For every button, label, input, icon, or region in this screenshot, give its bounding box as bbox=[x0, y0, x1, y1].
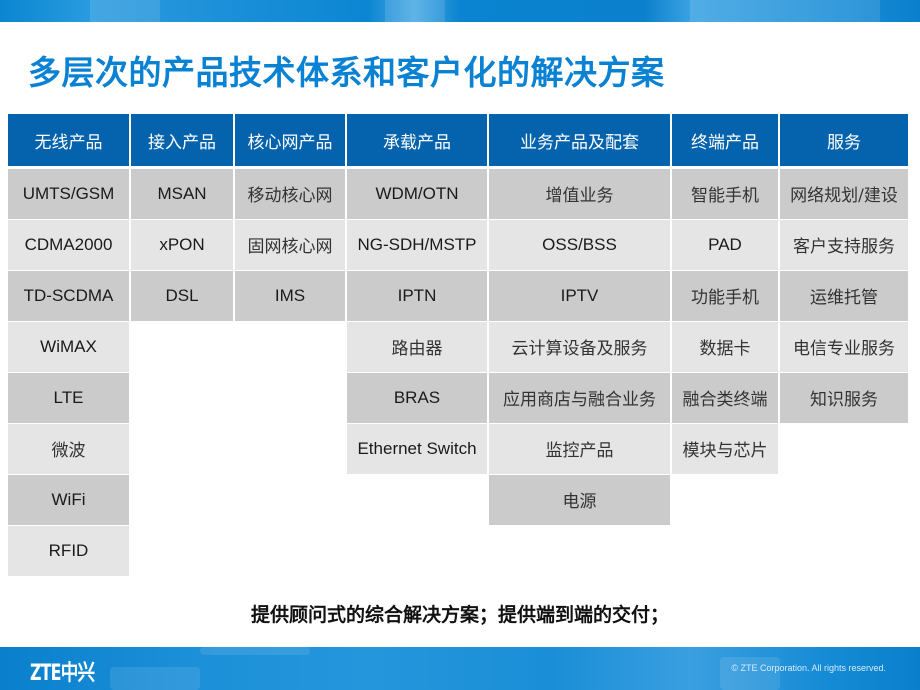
table-cell: BRAS bbox=[347, 373, 487, 423]
table-cell: 数据卡 bbox=[672, 322, 778, 372]
banner-highlight bbox=[385, 0, 445, 22]
table-cell: 路由器 bbox=[347, 322, 487, 372]
table-cell: RFID bbox=[8, 526, 129, 576]
table-cell: IPTV bbox=[489, 271, 670, 321]
table-cell: IPTN bbox=[347, 271, 487, 321]
slide-tagline: 提供顾问式的综合解决方案；提供端到端的交付； bbox=[250, 604, 669, 626]
table-cell: 融合类终端 bbox=[672, 373, 778, 423]
table-cell: 功能手机 bbox=[672, 271, 778, 321]
table-cell: Ethernet Switch bbox=[347, 424, 487, 474]
table-cell: 应用商店与融合业务 bbox=[489, 373, 670, 423]
table-cell: 知识服务 bbox=[780, 373, 908, 423]
column-header: 核心网产品 bbox=[235, 114, 345, 166]
footer-banner: ZTE中兴 © ZTE Corporation. All rights rese… bbox=[0, 647, 920, 690]
table-cell: OSS/BSS bbox=[489, 220, 670, 270]
table-cell: 电源 bbox=[489, 475, 670, 525]
table-cell: 模块与芯片 bbox=[672, 424, 778, 474]
table-cell: 云计算设备及服务 bbox=[489, 322, 670, 372]
table-cell: 增值业务 bbox=[489, 169, 670, 219]
column-header: 终端产品 bbox=[672, 114, 778, 166]
table-cell: IMS bbox=[235, 271, 345, 321]
column-header: 服务 bbox=[780, 114, 908, 166]
table-cell: 固网核心网 bbox=[235, 220, 345, 270]
table-cell: 监控产品 bbox=[489, 424, 670, 474]
table-cell: 微波 bbox=[8, 424, 129, 474]
footer-decoration bbox=[720, 657, 780, 690]
banner-highlight bbox=[90, 0, 160, 22]
table-cell: TD-SCDMA bbox=[8, 271, 129, 321]
column-header: 业务产品及配套 bbox=[489, 114, 670, 166]
column-header: 接入产品 bbox=[131, 114, 233, 166]
table-cell: xPON bbox=[131, 220, 233, 270]
table-cell: 电信专业服务 bbox=[780, 322, 908, 372]
top-banner bbox=[0, 0, 920, 22]
slide-title: 多层次的产品技术体系和客户化的解决方案 bbox=[28, 53, 665, 92]
table-cell: NG-SDH/MSTP bbox=[347, 220, 487, 270]
column-header: 无线产品 bbox=[8, 114, 129, 166]
table-cell: MSAN bbox=[131, 169, 233, 219]
table-cell: UMTS/GSM bbox=[8, 169, 129, 219]
copyright-text: © ZTE Corporation. All rights reserved. bbox=[731, 663, 886, 673]
table-cell: PAD bbox=[672, 220, 778, 270]
table-cell: 移动核心网 bbox=[235, 169, 345, 219]
table-cell: 运维托管 bbox=[780, 271, 908, 321]
zte-logo: ZTE中兴 bbox=[30, 661, 95, 686]
banner-highlight bbox=[690, 0, 880, 22]
table-cell: CDMA2000 bbox=[8, 220, 129, 270]
table-cell: WiMAX bbox=[8, 322, 129, 372]
table-cell: LTE bbox=[8, 373, 129, 423]
table-cell: 智能手机 bbox=[672, 169, 778, 219]
table-cell: WiFi bbox=[8, 475, 129, 525]
table-cell: WDM/OTN bbox=[347, 169, 487, 219]
table-cell: DSL bbox=[131, 271, 233, 321]
table-cell: 网络规划/建设 bbox=[780, 169, 908, 219]
column-header: 承载产品 bbox=[347, 114, 487, 166]
table-cell: 客户支持服务 bbox=[780, 220, 908, 270]
footer-decoration bbox=[200, 647, 310, 655]
footer-decoration bbox=[110, 667, 200, 690]
